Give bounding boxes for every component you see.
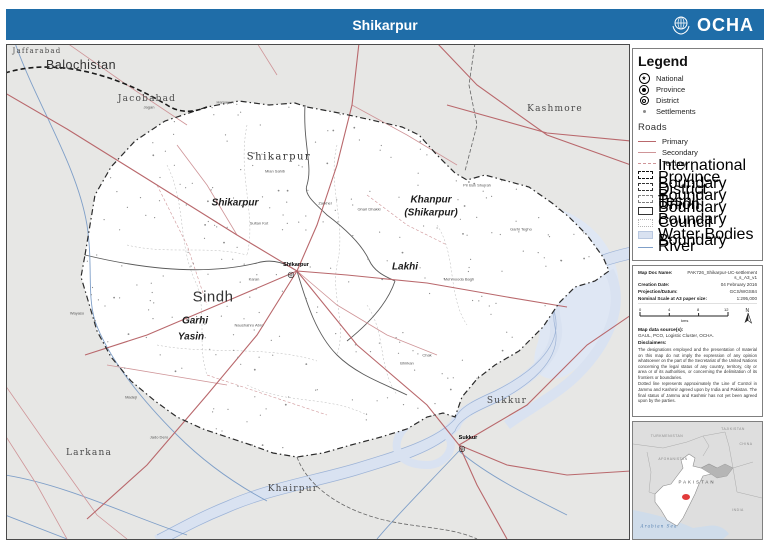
info-row-map-doc-name: Map Doc Name: PAK726_Shikarpur-UC-settlem… — [638, 270, 757, 280]
inset-map-panel: TURKMENISTAN TAJIKISTAN CHINA AFGHANISTAN PA… — [632, 421, 763, 540]
info-row-value: GCS/WGS84 — [729, 289, 757, 294]
info-rows: Map Doc Name: PAK726_Shikarpur-UC-settlem… — [638, 270, 757, 301]
svg-text:12: 12 — [724, 307, 729, 312]
legend-roads-title: Roads — [638, 122, 667, 133]
svg-text:8: 8 — [697, 307, 700, 312]
legend-road-label: Primary — [662, 137, 688, 146]
ocha-wordmark: OCHA — [697, 14, 754, 35]
legend-places: National Province District Settlements — [638, 73, 757, 117]
legend-boundary-water: Water Bodies — [638, 226, 757, 243]
province-symbol — [639, 84, 649, 95]
province-sample-icon — [638, 183, 653, 191]
primary-road-line-icon — [638, 141, 656, 142]
info-row-creation-date: Creation Date: 04 February 2016 — [638, 282, 757, 287]
divider — [638, 303, 757, 304]
district-symbol — [639, 96, 649, 105]
tertiary-road-line-icon — [638, 163, 656, 164]
inset-shikarpur-highlight — [682, 494, 690, 500]
ocha-logo: OCHA — [669, 13, 754, 37]
legend-item-district: District — [638, 95, 757, 106]
legend-item-label: Province — [656, 85, 686, 94]
scale-bar-row: 0 4 8 12 kms N — [638, 307, 755, 325]
main-map[interactable]: Balochistan Sindh Jaffarabad Jacobabad Kashm… — [6, 44, 630, 540]
un-emblem-icon — [672, 16, 690, 35]
legend-boundaries: International Boundary Province Boundary D… — [638, 157, 757, 255]
info-row-label: Nominal Scale at A3 paper size: — [638, 296, 708, 301]
inset-map: TURKMENISTAN TAJIKISTAN CHINA AFGHANISTAN PA… — [633, 422, 762, 539]
page-title: Shikarpur — [352, 17, 418, 33]
info-row-value: 04 February 2016 — [720, 282, 757, 287]
info-row-label: Creation Date: — [638, 282, 670, 287]
legend-boundary-label: River — [658, 238, 696, 255]
national-icon — [638, 73, 650, 84]
svg-text:4: 4 — [668, 307, 671, 312]
info-row-label: Map Doc Name: — [638, 270, 673, 275]
info-row-label: Projection/Datum: — [638, 289, 678, 294]
district-icon — [638, 96, 650, 105]
legend-item-settlements: Settlements — [638, 106, 757, 117]
svg-text:0: 0 — [639, 307, 642, 312]
legend-road-label: Secondary — [662, 148, 698, 157]
district-sample-icon — [638, 195, 653, 203]
header-bar: Shikarpur OCHA — [6, 9, 764, 40]
international-sample-icon — [638, 171, 653, 179]
river-sample-icon — [638, 246, 653, 248]
settlements-symbol — [642, 110, 646, 113]
scale-bar: 0 4 8 12 kms — [639, 307, 729, 323]
secondary-road-line-icon — [638, 152, 656, 153]
map-info-panel: Map Doc Name: PAK726_Shikarpur-UC-settlem… — [632, 265, 763, 417]
info-row-projection-datum: Projection/Datum: GCS/WGS84 — [638, 289, 757, 294]
water-sample-icon — [638, 231, 653, 239]
info-row-nominal-scale-at-a3-paper-size: Nominal Scale at A3 paper size: 1:295,000 — [638, 296, 757, 301]
national-symbol — [638, 73, 650, 84]
legend-item-label: National — [656, 74, 684, 83]
legend-item-label: District — [656, 96, 679, 105]
info-row-value: PAK726_Shikarpur-UC-settlements_s_A3_v1 — [687, 270, 757, 280]
disclaimer-label: Disclaimers: — [638, 341, 667, 346]
settlements-icon — [638, 110, 650, 113]
inset-canvas — [633, 422, 762, 539]
disclaimer-paragraph-1: The designations employed and the presen… — [638, 347, 757, 380]
legend-item-label: Settlements — [656, 107, 696, 116]
north-arrow-icon: N — [744, 308, 753, 324]
info-row-value: 1:295,000 — [736, 296, 757, 301]
legend-panel: Legend National Province District Settlemen… — [632, 48, 763, 261]
province-icon — [638, 84, 650, 95]
sources-text: GAUL, PCO, Logistic Cluster, OCHA. — [638, 333, 714, 338]
svg-text:kms: kms — [681, 318, 688, 323]
legend-item-national: National — [638, 73, 757, 84]
svg-text:N: N — [746, 308, 750, 314]
map-canvas — [7, 45, 629, 539]
union-sample-icon — [638, 219, 653, 227]
legend-title: Legend — [638, 53, 688, 69]
teshil-sample-icon — [638, 207, 653, 215]
legend-road-primary: Primary — [638, 136, 757, 147]
legend-item-province: Province — [638, 84, 757, 95]
disclaimer-paragraph-2: Dotted line represents approximately the… — [638, 381, 757, 404]
